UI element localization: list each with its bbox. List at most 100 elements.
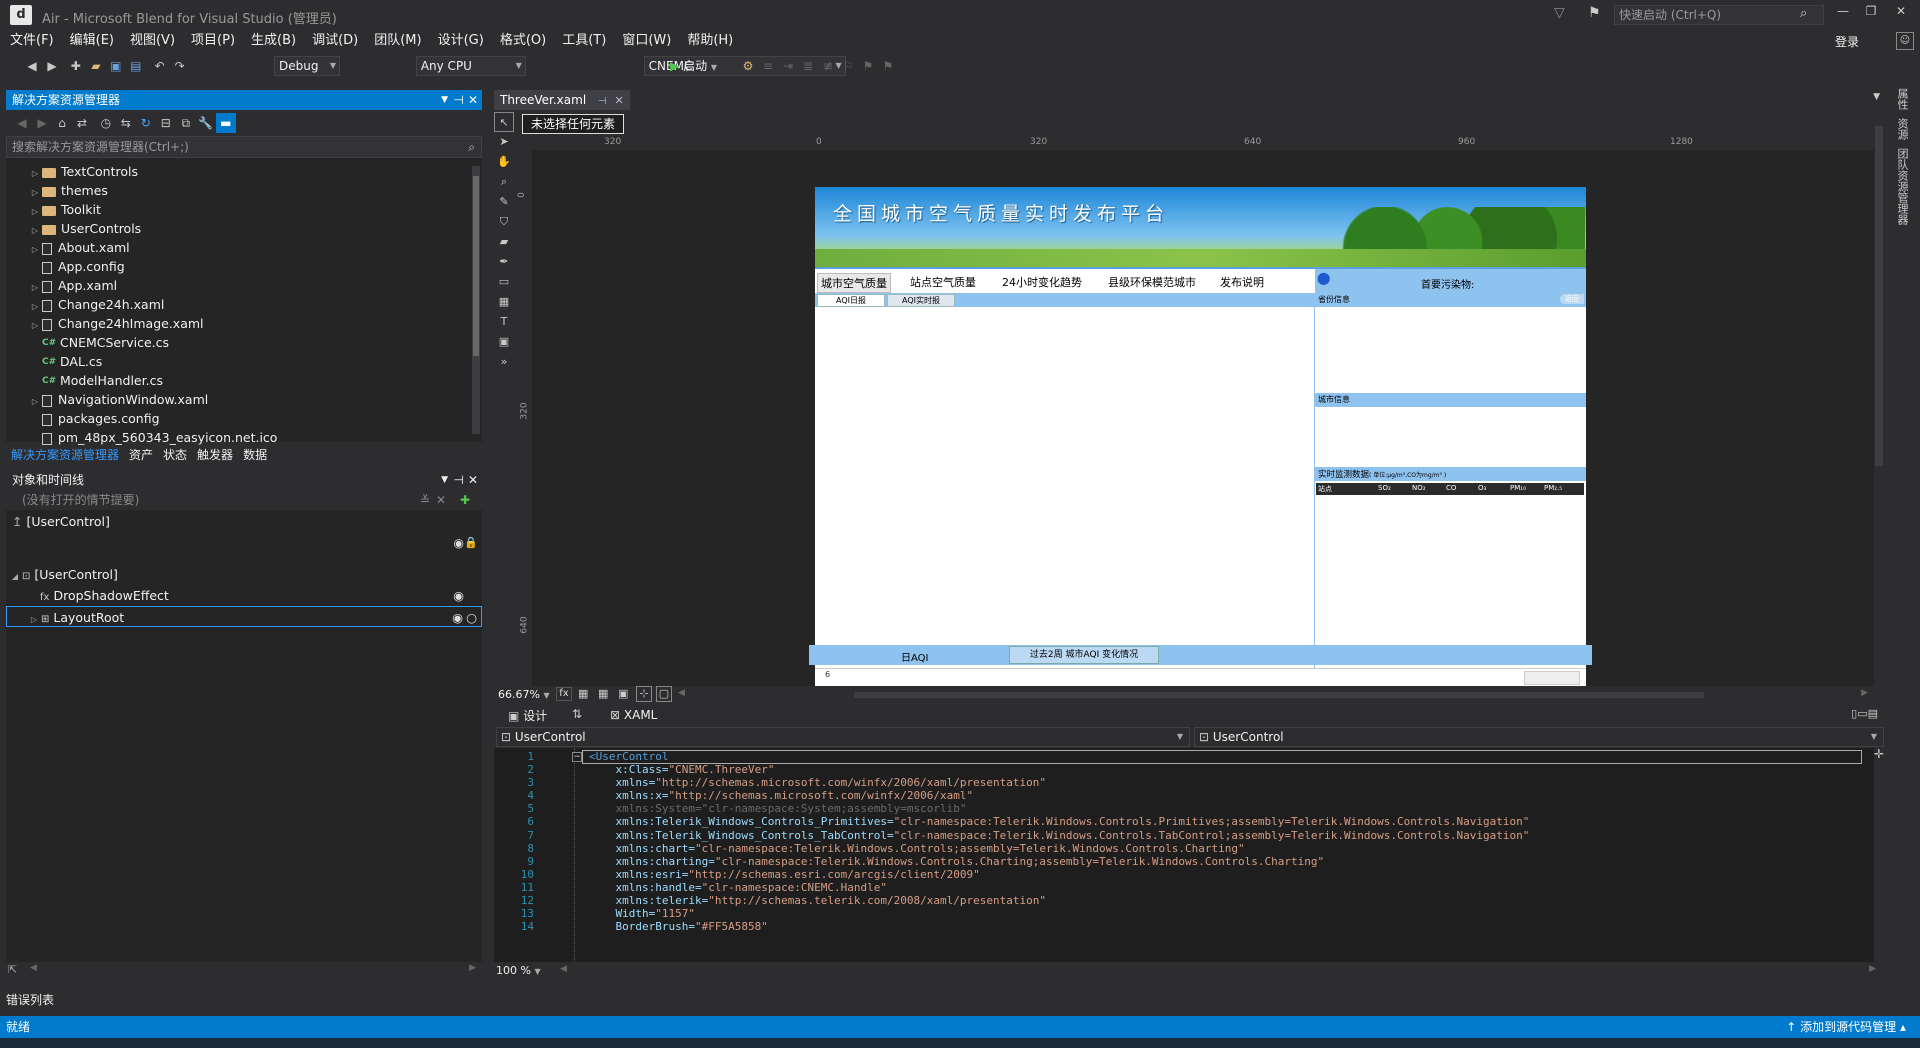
annotations-icon[interactable]: ▢ — [656, 686, 672, 702]
pin-icon[interactable]: ⊣ — [454, 470, 464, 490]
pin-icon[interactable]: ⊣ — [454, 90, 464, 110]
panel-dropdown-icon[interactable]: ▼ — [441, 470, 448, 490]
xaml-editor[interactable]: − 1 <UserControl 2 x:Class="CNEMC.ThreeVer… — [494, 748, 1874, 962]
direct-selection-tool-icon[interactable]: ➤ — [494, 132, 514, 152]
zoom-tool-icon[interactable]: ⌕ — [494, 172, 514, 192]
nav-release-notes[interactable]: 发布说明 — [1220, 274, 1264, 290]
menu-item[interactable]: 调试(D) — [304, 30, 366, 52]
pen-tool-icon[interactable]: ✒ — [494, 252, 514, 272]
notification-flag-icon[interactable]: ▽ — [1554, 5, 1565, 21]
start-button[interactable]: ▶ 启动 ▼ — [670, 57, 717, 74]
close-panel-icon[interactable]: ✕ — [468, 90, 478, 110]
solution-tree-item[interactable]: packages.config — [6, 409, 482, 428]
scope-row[interactable]: ↥ [UserControl] — [6, 510, 482, 534]
collapse-all-icon[interactable]: ⊟ — [156, 113, 176, 133]
tab-two-week-trend[interactable]: 过去2周 城市AQI 变化情况 — [1009, 646, 1159, 664]
eye-icon[interactable]: ◉ — [452, 607, 463, 628]
pin-tab-icon[interactable]: ⊣ — [598, 96, 607, 107]
feedback-icon[interactable]: ⚑ — [1588, 5, 1601, 21]
lock-icon[interactable]: 🔒 — [464, 536, 478, 549]
panel-tab[interactable]: 解决方案资源管理器 — [6, 446, 124, 464]
refresh-icon[interactable]: ↻ — [136, 113, 156, 133]
bookmark-next-icon[interactable]: ⚑ — [878, 56, 898, 76]
side-tab-resources[interactable]: 资源 — [1894, 118, 1910, 140]
menu-item[interactable]: 团队(M) — [366, 30, 429, 52]
nav-city-aqi[interactable]: 城市空气质量 — [817, 273, 891, 293]
nav-24h-trend[interactable]: 24小时变化趋势 — [1002, 274, 1082, 290]
nav-station-aqi[interactable]: 站点空气质量 — [910, 274, 976, 290]
solution-tree-item[interactable]: ▷ UserControls — [6, 219, 482, 238]
tab-aqi-daily[interactable]: AQI日报 — [817, 294, 885, 307]
xaml-tab[interactable]: ⊠ XAML — [610, 708, 657, 722]
quick-launch-input[interactable]: 快速启动 (Ctrl+Q) — [1614, 5, 1824, 25]
home-icon[interactable]: ⌂ — [52, 113, 72, 133]
menu-item[interactable]: 设计(G) — [430, 30, 492, 52]
solution-tree-item[interactable]: ▷ NavigationWindow.xaml — [6, 390, 482, 409]
scope-combo-left[interactable]: ⊡ UserControl ▼ — [496, 727, 1190, 747]
forward-icon[interactable]: ▶ — [32, 113, 52, 133]
solution-tree-item[interactable]: App.config — [6, 257, 482, 276]
control-tool-icon[interactable]: ▣ — [494, 332, 514, 352]
back-icon[interactable]: ◀ — [22, 56, 42, 76]
side-tab-team-explorer[interactable]: 团队资源管理器 — [1894, 148, 1910, 225]
new-project-icon[interactable]: ✚ — [66, 56, 86, 76]
step-icon[interactable]: ≡ — [758, 56, 778, 76]
storyboard-combo[interactable]: (没有打开的情节提要) ≚ ✕ ✚ — [6, 490, 482, 510]
panel-tab[interactable]: 触发器 — [192, 446, 238, 464]
sync-icon[interactable]: ⇆ — [116, 113, 136, 133]
solution-tree-item[interactable]: ▷ TextControls — [6, 162, 482, 181]
lock-toggle-icon[interactable]: ○ — [466, 607, 477, 628]
selection-tool-icon[interactable]: ↖ — [494, 112, 514, 132]
snap-lines-icon[interactable]: ⊹ — [636, 686, 652, 702]
solution-tree-item[interactable]: ▷ Change24hImage.xaml — [6, 314, 482, 333]
undo-icon[interactable]: ↶ — [150, 56, 170, 76]
scroll-left-icon[interactable]: ◀ — [560, 964, 567, 974]
error-list-tab[interactable]: 错误列表 — [6, 991, 54, 1008]
new-storyboard-icon[interactable]: ✚ — [460, 490, 470, 510]
back-button[interactable]: 返回 — [1560, 294, 1584, 304]
close-window-button[interactable]: ✕ — [1888, 4, 1914, 24]
artboard-vscrollbar[interactable] — [1874, 114, 1884, 686]
solution-tree-item[interactable]: ▷ themes — [6, 181, 482, 200]
solution-tree-item[interactable]: ▷ About.xaml — [6, 238, 482, 257]
scroll-right-icon[interactable]: ▶ — [1861, 688, 1868, 698]
solution-scrollbar[interactable] — [472, 166, 480, 434]
panel-tab[interactable]: 数据 — [238, 446, 272, 464]
paint-bucket-tool-icon[interactable]: ⛉ — [494, 212, 514, 232]
menu-item[interactable]: 文件(F) — [2, 30, 62, 52]
object-tree-item[interactable]: fx DropShadowEffect ◉ — [6, 585, 482, 606]
solution-tree-item[interactable]: ▷ Change24h.xaml — [6, 295, 482, 314]
effects-toggle-icon[interactable]: fx — [556, 687, 572, 701]
solution-tree-item[interactable]: C# CNEMCService.cs — [6, 333, 482, 352]
expander-icon[interactable]: ▷ — [27, 609, 41, 630]
menu-item[interactable]: 帮助(H) — [679, 30, 741, 52]
zoom-combo[interactable]: 66.67% ▼ — [498, 688, 550, 701]
close-storyboard-icon[interactable]: ✕ — [436, 490, 446, 510]
brush-transform-tool-icon[interactable]: ▰ — [494, 232, 514, 252]
scope-combo-right[interactable]: ⊡ UserControl ▼ — [1194, 727, 1884, 747]
text-tool-icon[interactable]: T — [494, 312, 514, 332]
eye-icon[interactable]: ◉ — [454, 536, 464, 550]
attach-icon[interactable]: ⚙ — [738, 56, 758, 76]
eye-icon[interactable]: ◉ — [453, 585, 464, 606]
tab-overflow-icon[interactable]: ▼ — [1873, 92, 1880, 102]
config-combo[interactable]: Debug ▼ — [274, 56, 340, 76]
login-link[interactable]: 登录 — [1835, 33, 1859, 50]
object-tree-item[interactable]: ▷ ⊞ LayoutRoot ◉ ○ — [6, 606, 482, 627]
properties-icon[interactable]: 🔧 — [196, 113, 216, 133]
solution-tree-item[interactable]: C# DAL.cs — [6, 352, 482, 371]
menu-item[interactable]: 格式(O) — [492, 30, 554, 52]
bookmark-icon[interactable]: ⚐ — [838, 56, 858, 76]
swap-panes-icon[interactable]: ⇅ — [572, 707, 582, 721]
panel-tab[interactable]: 资产 — [124, 446, 158, 464]
artboard-bg-icon[interactable]: ▣ — [618, 687, 628, 700]
design-tab[interactable]: ▣ 设计 — [508, 707, 547, 724]
menu-item[interactable]: 工具(T) — [554, 30, 614, 52]
panel-dropdown-icon[interactable]: ▼ — [441, 90, 448, 110]
save-icon[interactable]: ▣ — [106, 56, 126, 76]
close-tab-icon[interactable]: ✕ — [615, 94, 624, 107]
snap-grid-icon[interactable]: ▦ — [598, 687, 608, 700]
grid-toggle-icon[interactable]: ▦ — [578, 687, 588, 700]
solution-tree-item[interactable]: ▷ App.xaml — [6, 276, 482, 295]
rectangle-tool-icon[interactable]: ▭ — [494, 272, 514, 292]
